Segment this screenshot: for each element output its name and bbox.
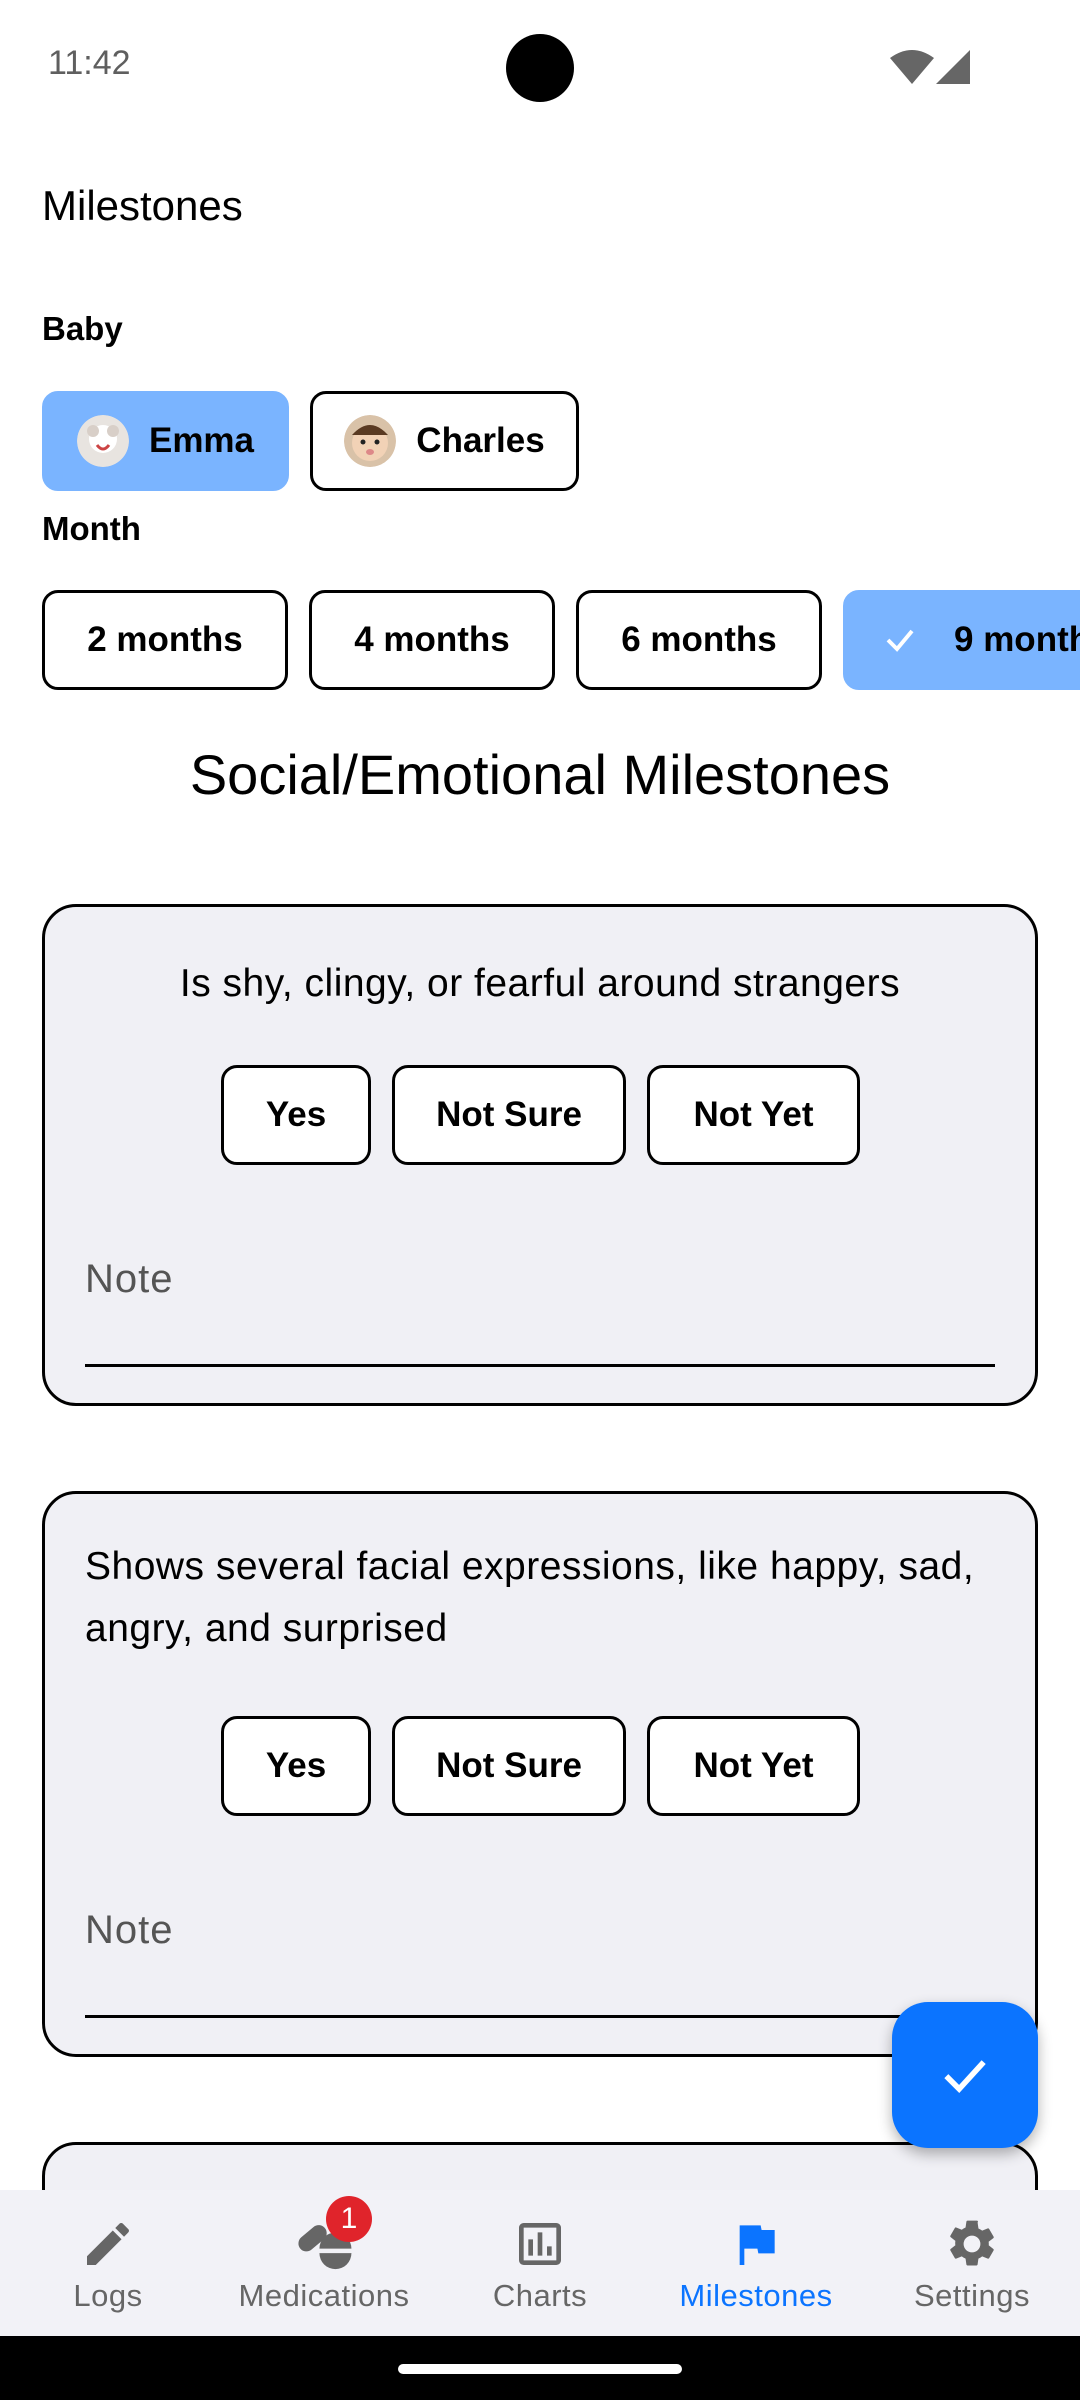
answer-not-yet-button[interactable]: Not Yet — [647, 1065, 860, 1165]
status-time: 11:42 — [48, 44, 131, 82]
milestone-card: Shows several facial expressions, like h… — [42, 1491, 1038, 2057]
page-title: Milestones — [42, 182, 243, 229]
month-label: Month — [42, 510, 141, 547]
answer-label: Yes — [265, 1746, 327, 1785]
milestone-question: Shows several facial expressions, like h… — [85, 1545, 975, 1650]
baby-label: Baby — [42, 310, 123, 347]
milestone-card: Is shy, clingy, or fearful around strang… — [42, 904, 1038, 1406]
baby-chip-label: Emma — [148, 421, 255, 460]
check-icon — [944, 2060, 986, 2094]
nav-item-milestones[interactable]: Milestones — [648, 2190, 864, 2336]
month-chip-label: 4 months — [354, 620, 510, 659]
nav-item-logs[interactable]: Logs — [0, 2190, 216, 2336]
nav-item-charts[interactable]: Charts — [432, 2190, 648, 2336]
check-icon — [886, 629, 914, 652]
avatar — [76, 415, 129, 467]
answer-label: Not Yet — [693, 1746, 814, 1785]
baby-chip-label: Charles — [416, 421, 545, 460]
answer-not-yet-button[interactable]: Not Yet — [647, 1716, 860, 1816]
month-selector[interactable]: 2 months 4 months 6 months 9 months — [0, 588, 1080, 692]
camera-cutout — [506, 34, 574, 102]
flag-icon — [739, 2225, 775, 2265]
note-underline — [85, 1364, 995, 1367]
nav-label: Milestones — [679, 2278, 833, 2313]
month-chip-label: 9 months — [954, 620, 1080, 659]
gear-icon — [950, 2220, 994, 2266]
nav-label: Charts — [492, 2278, 588, 2313]
milestone-question: Is shy, clingy, or fearful around strang… — [179, 962, 901, 1005]
answer-not-sure-button[interactable]: Not Sure — [392, 1716, 626, 1816]
month-chip-label: 2 months — [87, 620, 243, 659]
nav-label: Settings — [913, 2278, 1030, 2313]
section-title: Social/Emotional Milestones — [189, 743, 891, 806]
nav-item-settings[interactable]: Settings — [864, 2190, 1080, 2336]
month-chip-label: 6 months — [621, 620, 777, 659]
nav-item-medications[interactable]: Medications — [216, 2190, 432, 2336]
pencil-icon — [87, 2222, 129, 2265]
note-placeholder: Note — [85, 1908, 174, 1952]
baby-chip-emma[interactable]: Emma — [42, 391, 289, 491]
answer-label: Not Sure — [436, 1095, 582, 1134]
month-chip-9[interactable]: 9 months — [843, 590, 1080, 690]
cellular-signal-icon — [936, 50, 970, 84]
month-chip-6[interactable]: 6 months — [576, 590, 822, 690]
home-gesture-handle[interactable] — [398, 2364, 682, 2374]
medications-badge: 1 — [326, 2196, 372, 2242]
nav-label: Medications — [238, 2278, 410, 2313]
answer-yes-button[interactable]: Yes — [221, 1065, 371, 1165]
answer-yes-button[interactable]: Yes — [221, 1716, 371, 1816]
answer-label: Not Sure — [436, 1746, 582, 1785]
wifi-icon — [890, 50, 934, 84]
save-fab-button[interactable] — [892, 2002, 1038, 2148]
baby-chip-charles[interactable]: Charles — [310, 391, 579, 491]
month-chip-4[interactable]: 4 months — [309, 590, 555, 690]
bottom-navigation: Logs Medications Charts Milestones Setti… — [0, 2190, 1080, 2336]
avatar — [344, 415, 397, 467]
answer-label: Yes — [265, 1095, 327, 1134]
answer-not-sure-button[interactable]: Not Sure — [392, 1065, 626, 1165]
bar-chart-icon — [519, 2223, 561, 2265]
note-placeholder: Note — [85, 1257, 174, 1301]
answer-label: Not Yet — [693, 1095, 814, 1134]
nav-label: Logs — [73, 2278, 143, 2313]
note-underline — [85, 2015, 995, 2018]
month-chip-2[interactable]: 2 months — [42, 590, 288, 690]
